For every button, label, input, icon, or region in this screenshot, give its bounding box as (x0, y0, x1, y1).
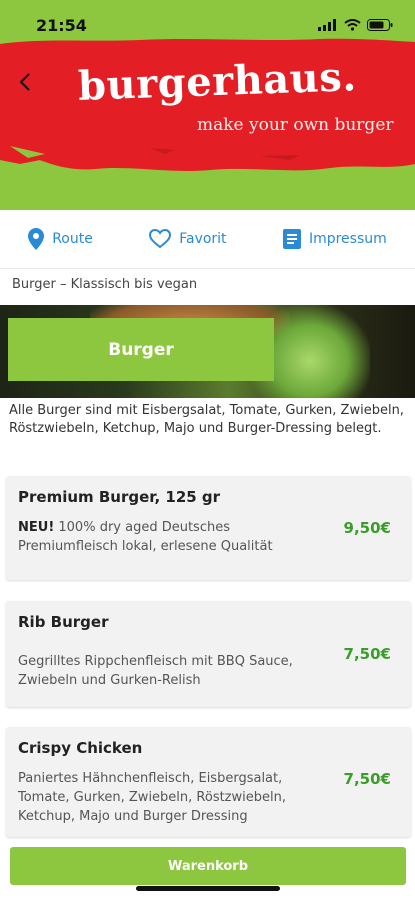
product-description: Paniertes Hähnchenfleisch, Eisbergsalat,… (18, 771, 286, 824)
cart-button[interactable]: Warenkorb (10, 847, 406, 885)
document-icon (282, 229, 301, 249)
favorite-label: Favorit (179, 231, 227, 247)
product-card-premium-burger[interactable]: Premium Burger, 125 gr NEU! 100% dry age… (6, 476, 411, 580)
product-price: 7,50€ (343, 645, 391, 663)
back-arrow-icon[interactable] (14, 70, 38, 94)
route-label: Route (52, 231, 93, 247)
product-card-crispy-chicken[interactable]: Crispy Chicken Paniertes Hähnchenfleisch… (6, 727, 411, 837)
product-price: 7,50€ (343, 770, 391, 788)
brand-tagline: make your own burger (197, 115, 394, 135)
category-breadcrumb: Burger – Klassisch bis vegan (12, 277, 198, 292)
favorite-button[interactable]: Favorit (149, 229, 227, 249)
battery-icon (367, 19, 393, 31)
route-button[interactable]: Route (28, 228, 93, 250)
status-time: 21:54 (36, 16, 87, 35)
location-pin-icon (28, 228, 45, 250)
product-price: 9,50€ (343, 519, 391, 537)
product-description-text: 100% dry aged Deutsches Premiumfleisch l… (18, 520, 273, 554)
product-title: Rib Burger (18, 613, 109, 631)
product-description: Gegrilltes Rippchenfleisch mit BBQ Sauce… (18, 654, 293, 688)
heart-icon (149, 229, 172, 249)
wifi-icon (344, 19, 361, 31)
impressum-button[interactable]: Impressum (282, 229, 387, 249)
new-badge: NEU! (18, 520, 55, 535)
impressum-label: Impressum (308, 231, 387, 247)
product-description: NEU! 100% dry aged Deutsches Premiumflei… (18, 518, 318, 556)
category-burger-button[interactable]: Burger (8, 318, 274, 381)
status-bar: 21:54 (0, 0, 415, 50)
product-title: Crispy Chicken (18, 739, 143, 757)
brand-logo: burgerhaus. (77, 53, 358, 110)
category-hero-image: Burger (0, 305, 415, 398)
signal-icon (318, 19, 336, 31)
status-icons (318, 17, 393, 33)
product-title: Premium Burger, 125 gr (18, 488, 221, 506)
action-bar: Route Favorit Impressum (0, 210, 415, 269)
app-header: 21:54 burgerhaus. make your own burger (0, 0, 415, 210)
home-indicator (136, 886, 280, 891)
product-card-rib-burger[interactable]: Rib Burger Gegrilltes Rippchenfleisch mi… (6, 601, 411, 707)
category-description: Alle Burger sind mit Eisbergsalat, Tomat… (9, 403, 404, 436)
